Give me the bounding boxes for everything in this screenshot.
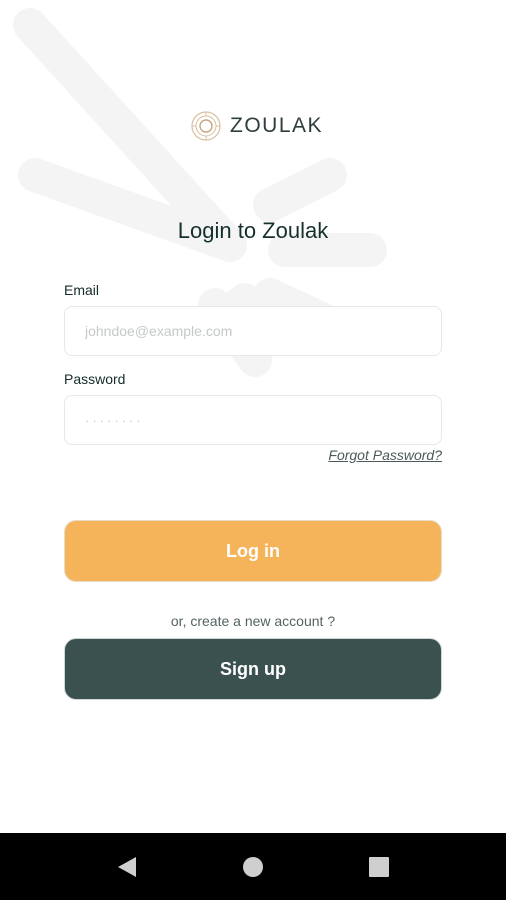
recents-button[interactable] [359, 847, 399, 887]
recents-square-icon [369, 856, 389, 877]
create-account-text: or, create a new account ? [170, 613, 336, 629]
login-button[interactable]: Log in [64, 520, 442, 582]
home-circle-icon [243, 856, 263, 877]
password-field[interactable] [64, 395, 442, 445]
system-navigation-bar [0, 833, 506, 900]
brand-name: ZOULAK [230, 114, 324, 137]
signup-button[interactable]: Sign up [64, 638, 442, 700]
back-triangle-icon [118, 856, 136, 877]
brand-logo: ZOULAK [190, 108, 323, 144]
forgot-password-link[interactable]: Forgot Password? [328, 447, 442, 463]
app-screen: ZOULAK Login to Zoulak Email Password Fo… [0, 0, 506, 833]
password-label: Password [64, 371, 126, 387]
page-title: Login to Zoulak [177, 218, 329, 243]
zoulak-logo-icon [191, 111, 221, 141]
back-button[interactable] [107, 847, 147, 887]
home-button[interactable] [233, 847, 273, 887]
email-field[interactable] [64, 306, 442, 356]
email-label: Email [64, 282, 100, 298]
